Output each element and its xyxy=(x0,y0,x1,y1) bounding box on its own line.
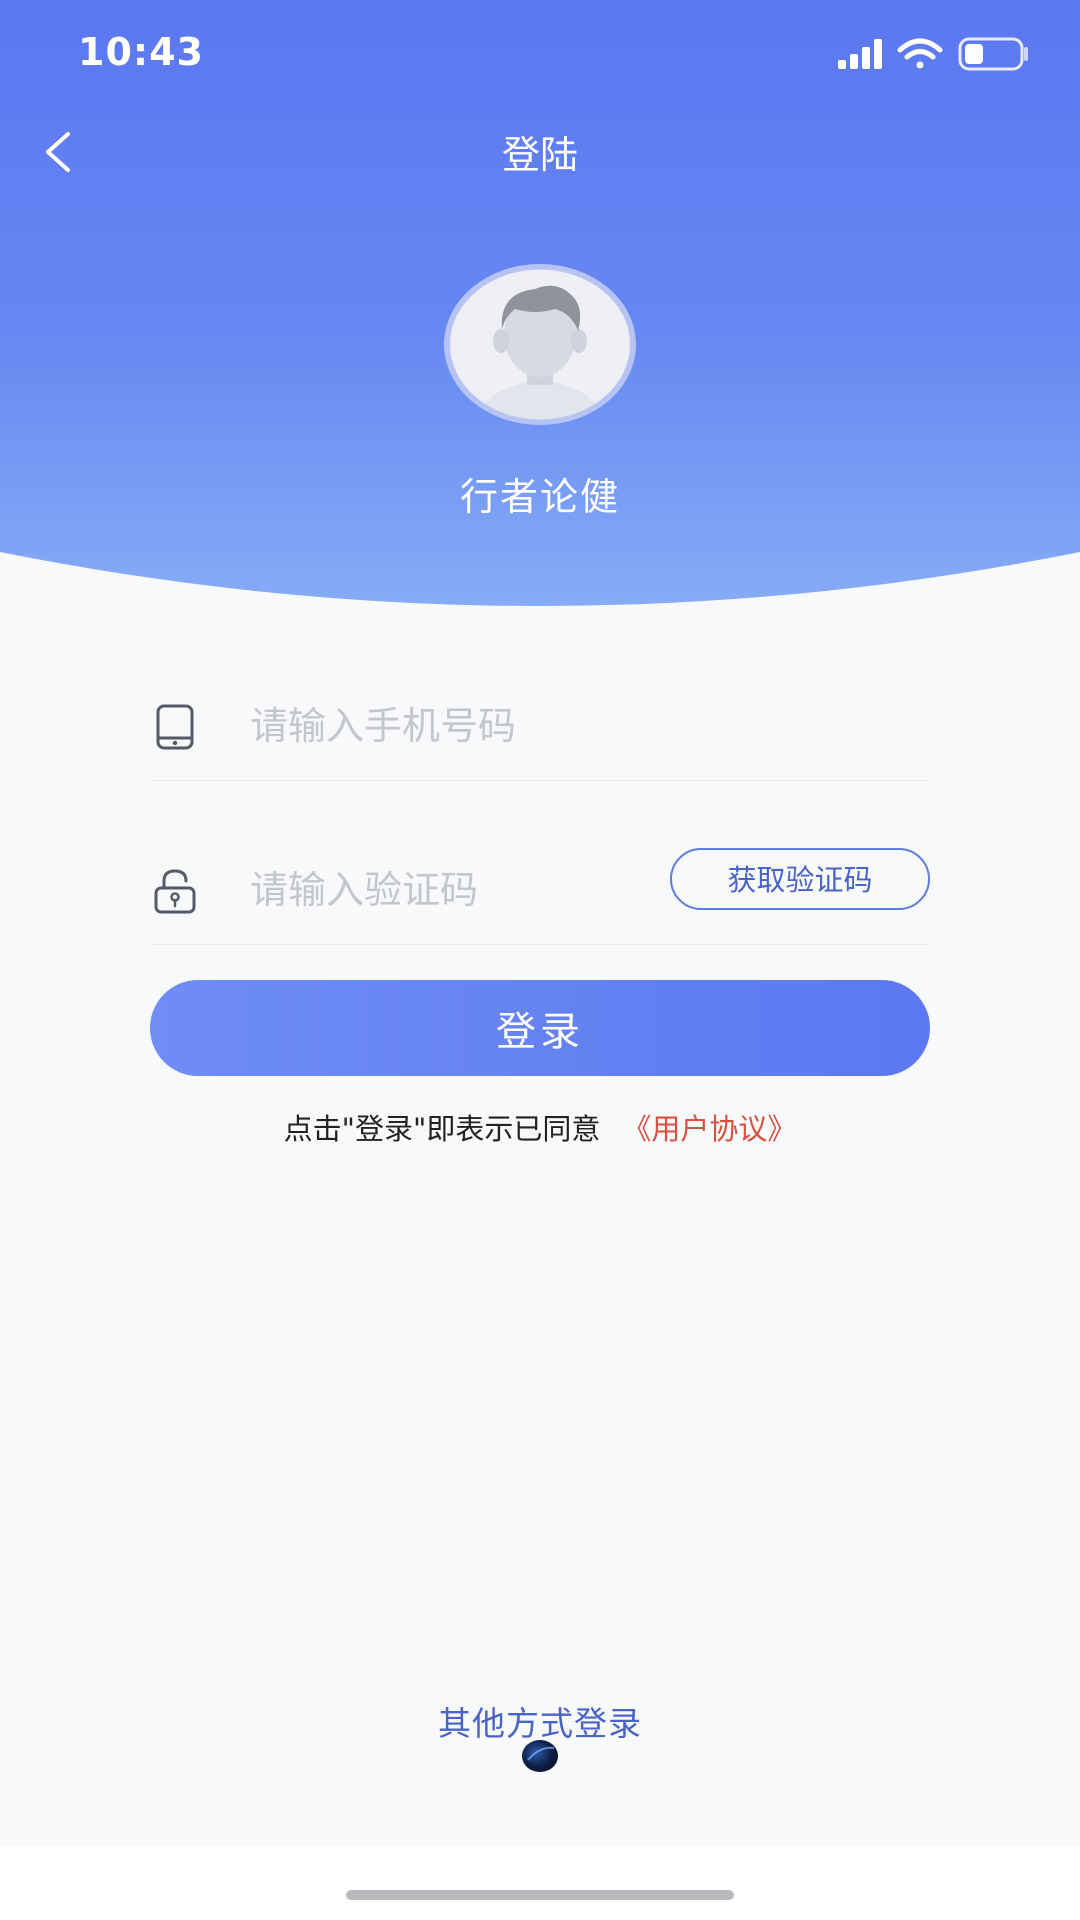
other-login-icon[interactable] xyxy=(516,1736,564,1776)
status-icons xyxy=(838,37,1028,71)
agreement-prefix: 点击"登录"即表示已同意 xyxy=(283,1112,601,1146)
login-page: 10:43 登陆 行者论健 请输入手机号码 请输入验证码 获取验证码 登录 点击… xyxy=(0,0,1080,1920)
phone-icon xyxy=(156,704,194,750)
phone-row xyxy=(150,680,930,781)
status-bar: 10:43 xyxy=(0,0,1080,108)
page-title: 登陆 xyxy=(501,133,578,177)
signal-bars-icon xyxy=(838,39,882,69)
wifi-icon xyxy=(897,38,943,69)
status-time: 10:43 xyxy=(78,30,204,74)
agreement-text: 点击"登录"即表示已同意 《用户协议》 xyxy=(0,1106,1080,1148)
user-agreement-link[interactable]: 《用户协议》 xyxy=(622,1112,796,1146)
home-indicator[interactable] xyxy=(346,1890,734,1900)
code-row: 获取验证码 xyxy=(150,836,930,945)
code-input[interactable] xyxy=(250,860,670,920)
battery-icon xyxy=(958,37,1028,71)
bottom-safe-area xyxy=(0,1846,1080,1920)
login-button[interactable]: 登录 xyxy=(150,980,930,1076)
lock-icon xyxy=(154,869,196,914)
nav-bar: 登陆 xyxy=(0,108,1080,196)
get-code-button[interactable]: 获取验证码 xyxy=(670,848,930,910)
default-avatar-icon xyxy=(444,264,636,425)
phone-input[interactable] xyxy=(250,696,910,756)
app-name: 行者论健 xyxy=(459,475,620,519)
